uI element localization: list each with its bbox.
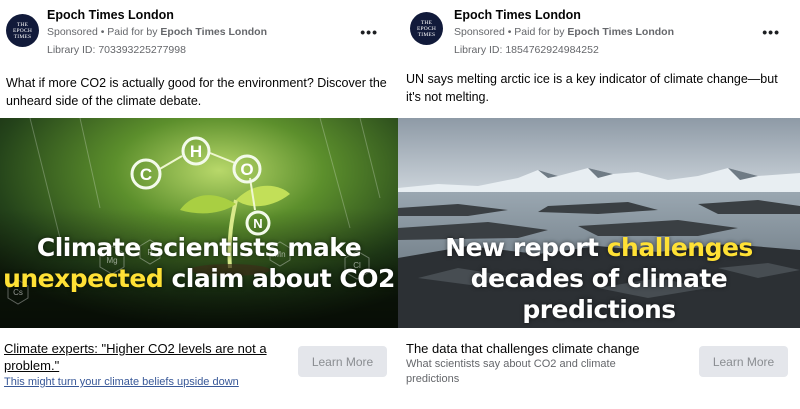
ad-header: THE EPOCH TIMES Epoch Times London Spons…: [404, 6, 794, 58]
ad-card-right: THE EPOCH TIMES Epoch Times London Spons…: [398, 0, 800, 409]
advertiser-avatar[interactable]: THE EPOCH TIMES: [6, 14, 39, 47]
learn-more-button[interactable]: Learn More: [699, 346, 788, 377]
image-headline-line1-pre: New report: [445, 233, 607, 262]
element-symbol-H: H: [190, 142, 202, 161]
paid-for-by-name: Epoch Times London: [160, 26, 267, 38]
logo-text-line: TIMES: [417, 31, 436, 38]
image-headline: Climate scientists make unexpected claim…: [0, 232, 398, 294]
sponsored-label: Sponsored: [454, 26, 505, 38]
image-headline-line2: unexpected claim about CO2: [0, 263, 398, 294]
ad-link-footer[interactable]: Climate experts: "Higher CO2 levels are …: [0, 328, 398, 409]
sponsored-label: Sponsored: [47, 26, 98, 38]
image-headline-line1: New report challenges: [398, 232, 800, 263]
image-headline-line2: decades of climate predictions: [470, 264, 728, 324]
ad-image[interactable]: C H O N Mg P Mn Cl Cs Climate scientists: [0, 118, 398, 328]
highlighted-word: challenges: [606, 233, 754, 262]
ad-body-text: What if more CO2 is actually good for th…: [6, 76, 387, 108]
sponsored-line: Sponsored • Paid for by Epoch Times Lond…: [454, 26, 674, 38]
ad-card-left: THE EPOCH TIMES Epoch Times London Spons…: [0, 0, 398, 409]
ad-body-text: UN says melting arctic ice is a key indi…: [406, 72, 778, 104]
more-options-icon[interactable]: •••: [360, 24, 378, 40]
advertiser-avatar[interactable]: THE EPOCH TIMES: [410, 12, 443, 45]
element-symbol-O: O: [240, 160, 253, 179]
page-name-link[interactable]: Epoch Times London: [454, 8, 581, 22]
sponsored-line: Sponsored • Paid for by Epoch Times Lond…: [47, 26, 267, 38]
seedling-molecule-illustration: C H O N Mg P Mn Cl Cs: [0, 118, 398, 328]
paid-for-prefix: • Paid for by: [97, 26, 161, 38]
link-description[interactable]: What scientists say about CO2 and climat…: [406, 357, 666, 387]
ad-header: THE EPOCH TIMES Epoch Times London Spons…: [6, 6, 392, 58]
link-title[interactable]: Climate experts: "Higher CO2 levels are …: [4, 340, 294, 374]
paid-for-prefix: • Paid for by: [504, 26, 568, 38]
paid-for-by-name: Epoch Times London: [567, 26, 674, 38]
page-name-link[interactable]: Epoch Times London: [47, 8, 174, 22]
logo-text-line: TIMES: [13, 33, 32, 40]
highlighted-word: unexpected: [3, 264, 164, 293]
element-symbol-N: N: [253, 216, 262, 231]
library-id: Library ID: 703393225277998: [47, 44, 186, 56]
image-headline-line2-rest: claim about CO2: [163, 264, 395, 293]
learn-more-button[interactable]: Learn More: [298, 346, 387, 377]
library-id: Library ID: 1854762924984252: [454, 44, 599, 56]
link-description[interactable]: This might turn your climate beliefs ups…: [4, 375, 294, 390]
ad-link-footer[interactable]: The data that challenges climate change …: [398, 328, 800, 409]
link-title[interactable]: The data that challenges climate change: [406, 340, 696, 357]
image-headline-line1: Climate scientists make: [36, 233, 362, 262]
ad-image[interactable]: New report challenges decades of climate…: [398, 118, 800, 328]
more-options-icon[interactable]: •••: [762, 24, 780, 40]
element-symbol-C: C: [140, 165, 152, 184]
image-headline: New report challenges decades of climate…: [398, 232, 800, 325]
